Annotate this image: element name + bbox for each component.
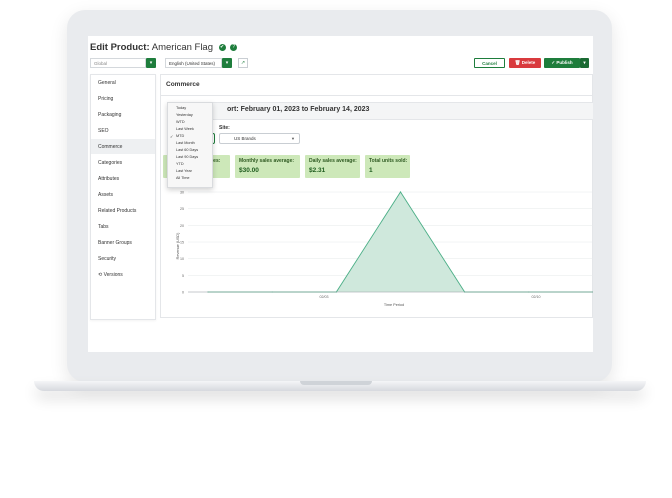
delete-button-label: Delete [521, 60, 536, 65]
sidebar-item-banner-groups[interactable]: Banner Groups [98, 240, 132, 246]
page-title-prefix: Edit Product: [90, 42, 150, 53]
y-tick-label: 0 [182, 291, 184, 295]
scope-select[interactable]: Global [90, 58, 146, 68]
stat-value: $2.31 [309, 167, 326, 174]
sidebar-item-versions[interactable]: ⟲ Versions [98, 272, 123, 278]
sidebar-item-versions-label: Versions [103, 272, 123, 278]
menu-item-mtd[interactable]: MTD [176, 134, 184, 138]
sidebar-item-security[interactable]: Security [98, 256, 116, 262]
menu-item-all-time[interactable]: All Time [176, 176, 190, 180]
scope-dropdown-button[interactable]: ▾ [146, 58, 156, 68]
sidebar-item-categories[interactable]: Categories [98, 160, 122, 166]
check-icon: ✓ [551, 60, 556, 65]
y-tick-label: 5 [182, 274, 184, 278]
help-icon[interactable]: ? [230, 43, 238, 51]
sidebar-item-packaging[interactable]: Packaging [98, 112, 121, 118]
sidebar-item-assets[interactable]: Assets [98, 192, 113, 198]
cancel-button[interactable]: Cancel [474, 58, 505, 68]
sidebar-item-general[interactable]: General [98, 80, 116, 86]
data-point [399, 191, 402, 193]
menu-item-today[interactable]: Today [176, 106, 186, 110]
revenue-chart: 0 5 10 15 20 25 30 02/03 02/10 Time Period Revenue… [176, 191, 593, 307]
date-range-menu: Today Yesterday WTD Last Week ✓ MTD Last… [167, 102, 213, 188]
laptop-notch [300, 381, 372, 385]
stat-label: Monthly sales average: [239, 158, 295, 164]
section-title: Commerce [166, 81, 200, 88]
y-tick-label: 10 [180, 257, 184, 261]
selected-check-icon: ✓ [170, 135, 174, 139]
y-tick-label: 25 [180, 207, 184, 211]
stat-card-daily-average: Daily sales average: $2.31 [305, 155, 360, 178]
locale-dropdown-button[interactable]: ▾ [222, 58, 232, 68]
sidebar-item-attributes[interactable]: Attributes [98, 176, 119, 182]
app-screen: Edit Product: American Flag ✔ ? Global ▾… [88, 36, 593, 352]
sidebar-item-tabs[interactable]: Tabs [98, 224, 109, 230]
section-header: Commerce [161, 75, 592, 96]
menu-item-last-60-days[interactable]: Last 60 Days [176, 148, 198, 152]
menu-item-last-year[interactable]: Last Year [176, 169, 192, 173]
page-title: Edit Product: American Flag ✔ ? [90, 42, 238, 53]
menu-item-yesterday[interactable]: Yesterday [176, 113, 193, 117]
site-select[interactable]: US Brands ▼ [219, 133, 300, 144]
x-axis-label: Time Period [384, 303, 404, 307]
stat-value: $30.00 [239, 167, 259, 174]
publish-button-label: Publish [556, 60, 573, 65]
sidebar-item-pricing[interactable]: Pricing [98, 96, 113, 102]
stat-label: Daily sales average: [309, 158, 357, 164]
locale-select[interactable]: English (United States) [165, 58, 222, 68]
history-icon: ⟲ [98, 272, 103, 278]
y-tick-label: 15 [180, 241, 184, 245]
x-tick-label: 02/10 [532, 295, 541, 299]
delete-button[interactable]: 🗑 Delete [509, 58, 541, 68]
x-tick-label: 02/03 [320, 295, 329, 299]
page-title-name: American Flag [149, 42, 214, 53]
report-title: ort: February 01, 2023 to February 14, 2… [227, 106, 370, 113]
sidebar: General Pricing Packaging SEO Commerce C… [90, 74, 156, 320]
site-select-value: US Brands [234, 136, 256, 141]
publish-options-button[interactable]: ▾ [580, 58, 589, 68]
site-label: Site: [219, 125, 230, 131]
sidebar-item-related-products[interactable]: Related Products [98, 208, 136, 214]
external-link-icon[interactable]: ↗ [238, 58, 248, 68]
status-check-icon: ✔ [218, 43, 226, 51]
sidebar-item-seo[interactable]: SEO [98, 128, 109, 134]
chevron-down-icon: ▼ [291, 136, 295, 141]
menu-item-wtd[interactable]: WTD [176, 120, 185, 124]
report-header: ort: February 01, 2023 to February 14, 2… [169, 102, 593, 120]
menu-item-last-90-days[interactable]: Last 90 Days [176, 155, 198, 159]
y-axis-label: Revenue (USD) [176, 232, 180, 260]
y-tick-label: 30 [180, 191, 184, 195]
menu-item-last-week[interactable]: Last Week [176, 127, 194, 131]
stat-card-units-sold: Total units sold: 1 [365, 155, 410, 178]
trash-icon: 🗑 [514, 60, 521, 65]
sidebar-item-commerce[interactable]: Commerce [98, 144, 122, 150]
y-tick-label: 20 [180, 224, 184, 228]
stat-card-monthly-average: Monthly sales average: $30.00 [235, 155, 300, 178]
menu-item-ytd[interactable]: YTD [176, 162, 184, 166]
publish-button[interactable]: ✓ Publish [544, 58, 580, 68]
stat-label: Total units sold: [369, 158, 408, 164]
stat-value: 1 [369, 167, 373, 174]
menu-item-last-month[interactable]: Last Month [176, 141, 195, 145]
